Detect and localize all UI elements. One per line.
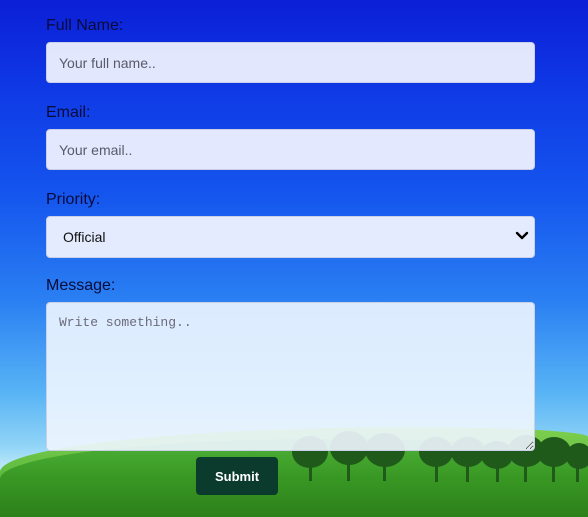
full-name-input[interactable] xyxy=(46,42,535,83)
priority-label: Priority: xyxy=(46,191,101,208)
email-label: Email: xyxy=(46,104,91,121)
message-label: Message: xyxy=(46,277,116,294)
chevron-down-icon xyxy=(515,231,529,240)
full-name-label: Full Name: xyxy=(46,17,124,34)
message-textarea[interactable] xyxy=(46,302,535,451)
priority-selected-value: Official xyxy=(46,216,535,258)
priority-select[interactable]: Official xyxy=(46,216,535,258)
email-input[interactable] xyxy=(46,129,535,170)
contact-form: Full Name: Email: Priority: Official Mes… xyxy=(46,16,535,451)
submit-button[interactable]: Submit xyxy=(196,457,278,495)
